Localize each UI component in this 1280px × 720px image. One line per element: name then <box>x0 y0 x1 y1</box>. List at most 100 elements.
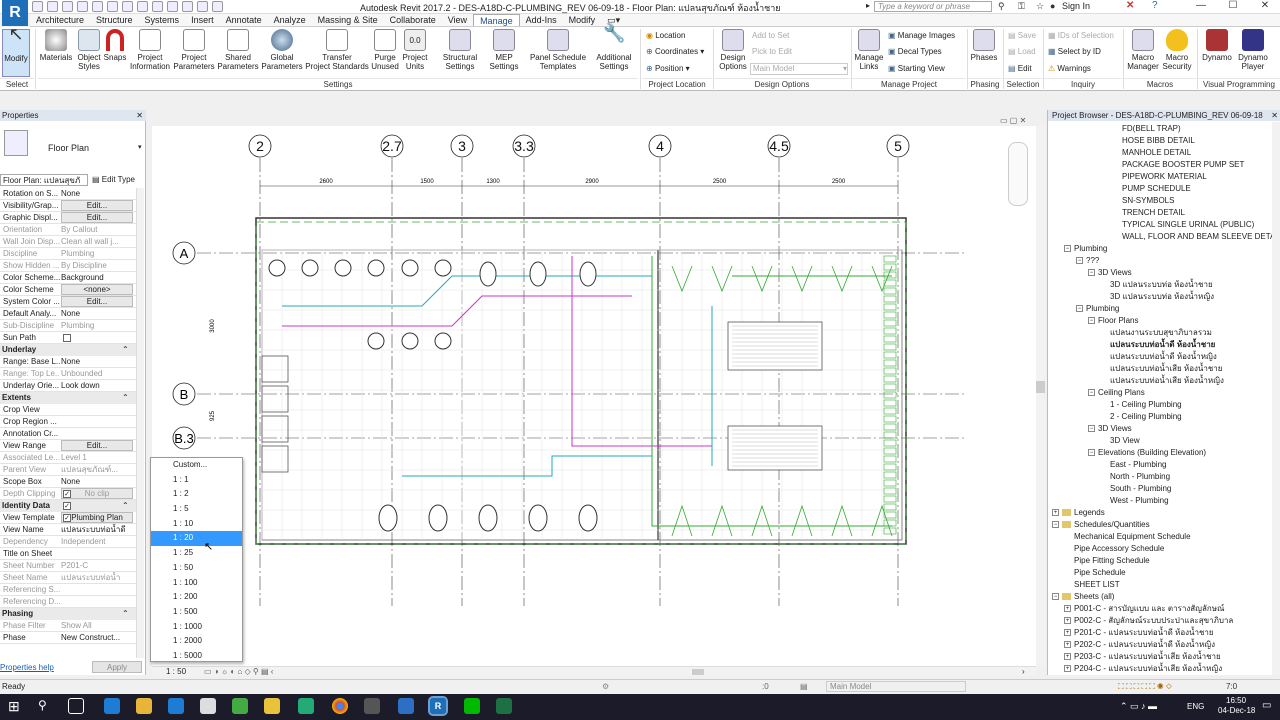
tab-add-ins[interactable]: Add-Ins <box>520 14 563 26</box>
maximize-button[interactable]: ☐ <box>1222 0 1244 13</box>
property-section-header[interactable]: Underlay <box>0 344 136 356</box>
scale-option[interactable]: 1 : 500 <box>151 605 242 620</box>
tab-massing-site[interactable]: Massing & Site <box>312 14 384 26</box>
task-view-icon[interactable] <box>68 698 84 714</box>
global-parameters-button[interactable]: Global Parameters <box>260 29 304 77</box>
revit-taskbar-icon[interactable]: R <box>428 696 448 716</box>
view-control-icons[interactable]: ▭ ◑ ☼ ◐ ⌂ ◇ ⚲ ▤ ‹ <box>204 667 273 676</box>
language-indicator[interactable]: ENG <box>1187 702 1204 711</box>
scale-option[interactable]: 1 : 50 <box>151 561 242 576</box>
transfer-project-standards-button[interactable]: Transfer Project Standards <box>304 29 370 77</box>
browser-item[interactable]: TRENCH DETAIL <box>1052 207 1272 219</box>
property-value[interactable]: แปลนสุขภัณฑ์... <box>61 464 133 476</box>
property-value[interactable]: None <box>61 188 133 200</box>
line-icon[interactable] <box>464 698 480 714</box>
sticky-notes-icon[interactable] <box>264 698 280 714</box>
property-value[interactable]: Look down <box>61 380 133 392</box>
scale-option[interactable]: 1 : 25 <box>151 546 242 561</box>
browser-item[interactable]: + P201-C - แปลนระบบท่อน้ำดี ห้องน้ำชาย <box>1052 627 1272 639</box>
sign-in-button[interactable]: Sign In <box>1062 1 1090 11</box>
property-section-header[interactable]: Phasing <box>0 608 136 620</box>
property-row[interactable]: Orientation By Callout <box>0 224 136 236</box>
property-row[interactable]: Dependency Independent <box>0 536 136 548</box>
property-row[interactable]: View Range Edit... <box>0 440 136 452</box>
tab-view[interactable]: View <box>442 14 473 26</box>
browser-item[interactable]: + P001-C - สารบัญแบบ และ ตารางสัญลักษณ์ <box>1052 603 1272 615</box>
crop-view-checkbox[interactable]: ✓ <box>63 490 71 498</box>
expand-icon[interactable]: + <box>1064 629 1071 637</box>
property-row[interactable]: Visibility/Grap... Edit... <box>0 200 136 212</box>
property-value[interactable]: Plumbing Plan <box>61 512 133 523</box>
mail-icon[interactable] <box>200 698 216 714</box>
dynamo-button[interactable]: Dynamo <box>1200 29 1234 77</box>
collapse-icon[interactable]: − <box>1076 257 1083 265</box>
modify-button[interactable]: ↖ Modify <box>2 25 30 77</box>
location-button[interactable]: ◉ Location <box>646 31 685 41</box>
property-row[interactable]: Phase New Construct... <box>0 632 136 644</box>
structural-settings-button[interactable]: Structural Settings <box>440 29 480 77</box>
property-value[interactable]: P201-C <box>61 560 133 572</box>
type-selector[interactable]: Floor Plan <box>48 143 89 153</box>
property-row[interactable]: Range: Base L... None <box>0 356 136 368</box>
sync-icon[interactable] <box>62 1 73 12</box>
worksharing-icon[interactable]: ⚙ <box>602 680 609 694</box>
browser-item[interactable]: แปลนระบบท่อน้ำดี ห้องน้ำหญิง <box>1052 351 1272 363</box>
scale-option[interactable]: 1 : 100 <box>151 576 242 591</box>
property-row[interactable]: Color Scheme... Background <box>0 272 136 284</box>
macro-manager-button[interactable]: Macro Manager <box>1126 29 1160 77</box>
browser-item[interactable]: PUMP SCHEDULE <box>1052 183 1272 195</box>
excel-icon[interactable] <box>496 698 512 714</box>
scale-option[interactable]: 1 : 2000 <box>151 634 242 649</box>
collapse-icon[interactable]: − <box>1088 269 1095 277</box>
windows-start-icon[interactable]: ⊞ <box>8 698 24 714</box>
property-value[interactable]: แปลนระบบท่อน้ำ <box>61 572 133 584</box>
property-row[interactable]: Discipline Plumbing <box>0 248 136 260</box>
tab-manage[interactable]: Manage <box>473 14 520 26</box>
browser-item[interactable]: − Floor Plans <box>1052 315 1272 327</box>
search-input[interactable]: Type a keyword or phrase <box>874 1 992 12</box>
open-icon[interactable] <box>32 1 43 12</box>
browser-item[interactable]: SHEET LIST <box>1052 579 1272 591</box>
browser-item[interactable]: TYPICAL SINGLE URINAL (PUBLIC) <box>1052 219 1272 231</box>
scale-option[interactable]: 1 : 5 <box>151 502 242 517</box>
browser-item[interactable]: Mechanical Equipment Schedule <box>1052 531 1272 543</box>
star-icon[interactable]: ☆ <box>1036 1 1044 12</box>
search-icon[interactable]: ⚲ <box>38 698 54 714</box>
collapse-icon[interactable]: ⌃ <box>122 344 129 356</box>
property-row[interactable]: Sub-Discipline Plumbing <box>0 320 136 332</box>
property-value[interactable]: New Construct... <box>61 632 133 644</box>
property-value[interactable]: Independent <box>61 536 133 548</box>
help-icon[interactable]: ? <box>1152 0 1158 11</box>
browser-item[interactable]: East - Plumbing <box>1052 459 1272 471</box>
browser-item[interactable]: WALL, FLOOR AND BEAM SLEEVE DETAIL <box>1052 231 1272 243</box>
collapse-icon[interactable]: − <box>1076 305 1083 313</box>
property-value[interactable]: None <box>61 356 133 368</box>
property-value[interactable]: Plumbing <box>61 320 133 332</box>
property-value[interactable]: By Discipline <box>61 260 133 272</box>
chrome-icon[interactable] <box>332 698 348 714</box>
browser-item[interactable]: North - Plumbing <box>1052 471 1272 483</box>
close-icon[interactable]: ✕ <box>1271 110 1278 121</box>
exchange-apps-icon[interactable]: ✕ <box>1126 0 1134 11</box>
object-styles-button[interactable]: Object Styles <box>74 29 104 77</box>
browser-item[interactable]: 3D View <box>1052 435 1272 447</box>
collapse-icon[interactable]: − <box>1088 425 1095 433</box>
view-window-controls[interactable]: ▭ ▢ ✕ <box>1000 116 1026 125</box>
browser-item[interactable]: 3D แปลนระบบท่อ ห้องน้ำชาย <box>1052 279 1272 291</box>
materials-button[interactable]: Materials <box>38 29 74 77</box>
property-row[interactable]: Wall Join Disp... Clean all wall j... <box>0 236 136 248</box>
floor-plan-drawing[interactable]: 2 2.7 3 3.3 4 4.5 5 2600 1500 1300 2900 2500 2500 A B B… <box>152 126 1036 666</box>
edit-selection-button[interactable]: ▤ Edit <box>1008 64 1032 74</box>
save-icon[interactable] <box>47 1 58 12</box>
browser-item[interactable]: − Ceiling Plans <box>1052 387 1272 399</box>
property-row[interactable]: Crop Region ... <box>0 416 136 428</box>
warnings-button[interactable]: ⚠ Warnings <box>1048 64 1091 74</box>
select-by-id-button[interactable]: ▦ Select by ID <box>1048 47 1101 57</box>
project-units-button[interactable]: 0.0 Project Units <box>400 29 430 77</box>
scale-option[interactable]: 1 : 20 <box>151 531 242 547</box>
macro-security-button[interactable]: Macro Security <box>1160 29 1194 77</box>
property-row[interactable]: System Color ... Edit... <box>0 296 136 308</box>
clock-time[interactable]: 16:50 <box>1226 696 1246 705</box>
scroll-right-arrow-icon[interactable]: › <box>1022 667 1025 676</box>
close-hidden-icon[interactable] <box>197 1 208 12</box>
